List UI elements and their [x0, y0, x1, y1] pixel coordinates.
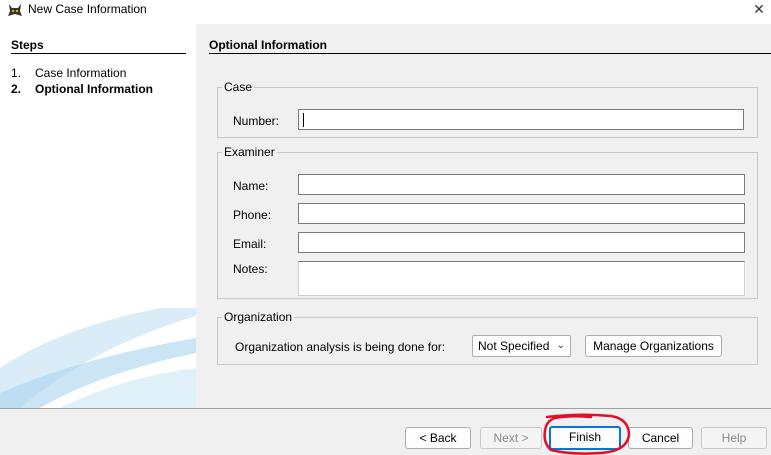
name-field[interactable]	[298, 174, 745, 195]
step-number: 1.	[11, 66, 22, 80]
next-button[interactable]: Next >	[480, 427, 542, 449]
help-button[interactable]: Help	[701, 427, 767, 449]
phone-field[interactable]	[298, 203, 745, 224]
close-icon[interactable]: ✕	[747, 0, 771, 18]
back-button[interactable]: < Back	[405, 427, 471, 449]
examiner-group-legend: Examiner	[224, 145, 275, 159]
organization-group-legend: Organization	[224, 310, 293, 324]
email-field[interactable]	[298, 232, 745, 253]
manage-organizations-button[interactable]: Manage Organizations	[585, 335, 722, 357]
organization-prompt: Organization analysis is being done for:	[235, 340, 446, 354]
step-label: Optional Information	[35, 82, 153, 96]
page-title: Optional Information	[209, 38, 771, 54]
number-field[interactable]	[298, 109, 744, 130]
case-group-legend: Case	[224, 80, 253, 94]
organization-select[interactable]: Not Specified ⌄	[472, 335, 571, 357]
number-label: Number:	[233, 114, 280, 128]
steps-heading: Steps	[11, 38, 186, 54]
email-label: Email:	[233, 237, 267, 251]
step-label: Case Information	[35, 66, 127, 80]
step-case-information: 1. Case Information	[11, 66, 126, 80]
title-bar: New Case Information ✕	[0, 0, 771, 20]
optional-information-panel: Optional Information Case Number: Examin…	[196, 24, 771, 408]
cancel-button[interactable]: Cancel	[628, 427, 693, 449]
name-label: Name:	[233, 179, 269, 193]
step-number: 2.	[11, 82, 22, 96]
app-logo-icon	[8, 4, 22, 16]
chevron-down-icon: ⌄	[556, 340, 565, 351]
finish-button[interactable]: Finish	[549, 426, 621, 450]
notes-field[interactable]	[298, 261, 745, 296]
wizard-footer: < Back Next > Finish Cancel Help	[0, 408, 771, 455]
text-caret	[303, 113, 304, 127]
decorative-swoosh	[0, 308, 196, 408]
steps-sidebar: Steps 1. Case Information 2. Optional Info…	[0, 24, 196, 408]
notes-label: Notes:	[233, 262, 268, 276]
window-title: New Case Information	[28, 2, 147, 16]
step-optional-information: 2. Optional Information	[11, 82, 153, 96]
phone-label: Phone:	[233, 208, 272, 222]
organization-selected: Not Specified	[478, 339, 550, 353]
